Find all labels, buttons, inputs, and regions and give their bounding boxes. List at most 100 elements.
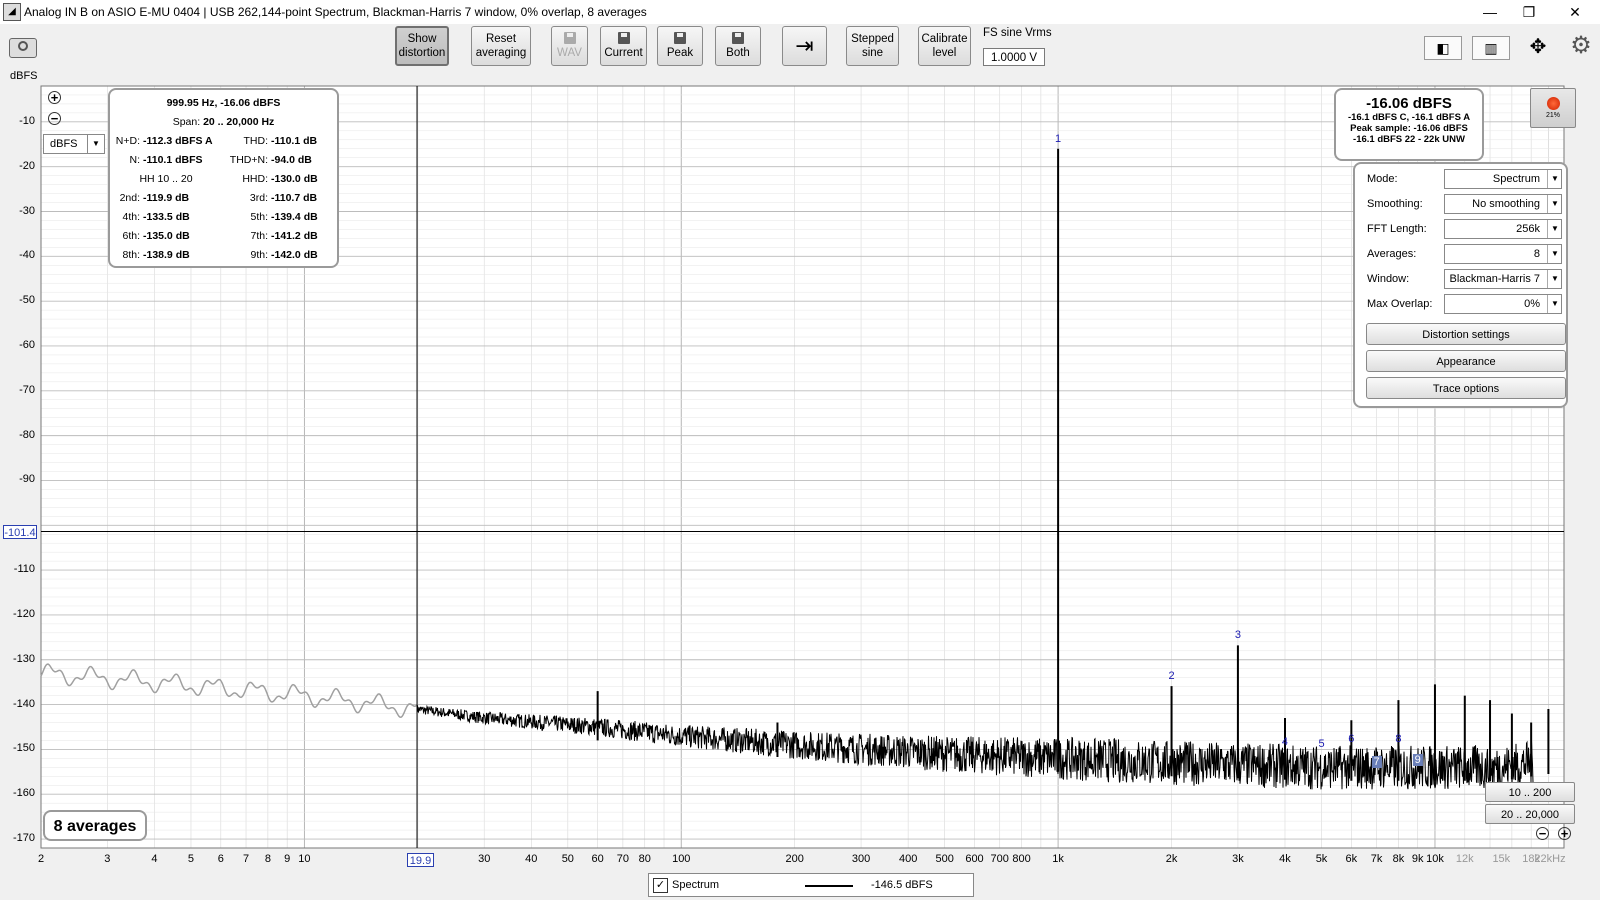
record-icon (1546, 97, 1560, 110)
level-line-2: Peak sample: -16.06 dBFS (1350, 123, 1468, 134)
zoom-in-icon[interactable]: + (48, 91, 61, 104)
x-tick-label: 3 (104, 853, 111, 865)
cursor-x-readout[interactable]: 19.9 (407, 853, 434, 867)
harmonic-marker: 7 (1371, 755, 1382, 768)
distortion-label: 3rd: (249, 192, 268, 204)
x-tick-label: 400 (898, 853, 918, 865)
legend-name: Spectrum (672, 879, 720, 891)
x-tick-label: 9 (284, 853, 291, 865)
mode-row[interactable]: Mode: Spectrum ▼ (1367, 169, 1567, 191)
x-tick-label: 10k (1426, 853, 1444, 865)
range-20-20000-button[interactable]: 20 .. 20,000 (1485, 804, 1575, 824)
zoom-out-icon[interactable]: − (48, 112, 61, 125)
y-tick-label: -60 (19, 338, 35, 351)
y-tick-label: -80 (19, 428, 35, 441)
chevron-down-icon[interactable]: ▼ (1547, 195, 1562, 213)
harmonic-marker: 6 (1348, 733, 1355, 746)
distortion-value: -142.0 dB (271, 249, 318, 261)
distortion-label: 5th: (250, 211, 268, 223)
x-tick-label: 2k (1165, 853, 1178, 865)
distortion-label: 7th: (250, 230, 268, 242)
legend: ✓ Spectrum -146.5 dBFS (648, 873, 974, 897)
smoothing-row[interactable]: Smoothing: No smoothing ▼ (1367, 194, 1567, 216)
distortion-value: -110.1 dB (271, 135, 318, 147)
distortion-value: -110.1 dBFS (143, 154, 203, 166)
distortion-label: HHD: (242, 173, 268, 185)
trace-options-button[interactable]: Trace options (1366, 377, 1566, 399)
mode-select[interactable]: Spectrum (1444, 169, 1562, 189)
chevron-down-icon[interactable]: ▼ (1547, 245, 1562, 263)
y-tick-label: -10 (19, 114, 35, 127)
chevron-down-icon[interactable]: ▼ (1547, 295, 1562, 313)
x-tick-label: 8k (1392, 853, 1405, 865)
max-overlap-row[interactable]: Max Overlap: 0% ▼ (1367, 294, 1567, 316)
chevron-down-icon[interactable]: ▼ (1547, 170, 1562, 188)
averages-badge: 8 averages (43, 810, 147, 841)
y-tick-label: -40 (19, 249, 35, 262)
zoom-out-x-icon[interactable]: − (1536, 827, 1549, 840)
distortion-label: N+D: (115, 135, 140, 147)
distortion-value: -94.0 dB (271, 154, 312, 166)
y-tick-label: -70 (19, 383, 35, 396)
appearance-button[interactable]: Appearance (1366, 350, 1566, 372)
distortion-value: -139.4 dB (271, 211, 318, 223)
max-overlap-select[interactable]: 0% (1444, 294, 1562, 314)
x-tick-label: 1k (1052, 853, 1064, 865)
x-tick-label: 5k (1315, 853, 1328, 865)
y-tick-label: -20 (19, 159, 35, 172)
distortion-value: -133.5 dB (143, 211, 190, 223)
averages-select[interactable]: 8 (1444, 244, 1562, 264)
distortion-value: -141.2 dB (271, 230, 318, 242)
level-panel: -16.06 dBFS -16.1 dBFS C, -16.1 dBFS A P… (1334, 88, 1484, 161)
x-tick-label: 8 (264, 853, 271, 865)
settings-panel: Mode: Spectrum ▼ Smoothing: No smoothing… (1353, 162, 1568, 408)
distortion-label: 6th: (122, 230, 140, 242)
cursor-y-readout[interactable]: -101.4 (3, 525, 37, 539)
range-10-200-button[interactable]: 10 .. 200 (1485, 782, 1575, 802)
trace-noise (416, 704, 1534, 790)
x-tick-label: 100 (672, 853, 691, 865)
distortion-value: -138.9 dB (143, 249, 190, 261)
record-button[interactable]: 21% (1530, 88, 1576, 128)
distortion-value: -112.3 dBFS A (143, 135, 213, 147)
window-row[interactable]: Window: Blackman-Harris 7 ▼ (1367, 269, 1567, 291)
legend-checkbox[interactable]: ✓ (653, 878, 668, 893)
distortion-label: THD: (243, 135, 269, 147)
smoothing-select[interactable]: No smoothing (1444, 194, 1562, 214)
chevron-down-icon[interactable]: ▼ (1547, 220, 1562, 238)
y-tick-label: -110 (13, 563, 35, 576)
x-tick-label: 40 (525, 853, 538, 865)
legend-swatch (805, 885, 853, 887)
x-tick-label: 7 (242, 853, 250, 865)
chevron-down-icon: ▼ (87, 135, 104, 153)
distortion-label: N: (129, 154, 141, 166)
distortion-label: 4th: (122, 211, 140, 223)
level-line-1: -16.1 dBFS C, -16.1 dBFS A (1347, 112, 1471, 123)
x-tick-label: 50 (561, 853, 574, 865)
y-tick-label: -170 (12, 832, 35, 845)
unit-select[interactable]: dBFS ▼ (43, 134, 105, 154)
distortion-value: -110.7 dB (271, 192, 318, 204)
fft-length-select[interactable]: 256k (1444, 219, 1562, 239)
x-tick-label: 700 (990, 853, 1009, 865)
x-tick-label: 3k (1232, 853, 1244, 865)
zoom-in-x-icon[interactable]: + (1558, 827, 1571, 840)
harmonic-marker: 3 (1234, 629, 1241, 642)
x-tick-label: 9k (1411, 853, 1424, 865)
distortion-label: HH 10 .. 20 (139, 173, 193, 185)
fft-length-row[interactable]: FFT Length: 256k ▼ (1367, 219, 1567, 241)
averages-row[interactable]: Averages: 8 ▼ (1367, 244, 1567, 266)
distortion-span: Span: 20 .. 20,000 Hz (172, 116, 275, 128)
legend-value: -146.5 dBFS (871, 879, 933, 891)
x-tick-label: 12k (1455, 853, 1474, 865)
window-select[interactable]: Blackman-Harris 7 (1444, 269, 1562, 289)
distortion-settings-button[interactable]: Distortion settings (1366, 323, 1566, 345)
x-tick-label: 6k (1345, 853, 1358, 865)
distortion-label: THD+N: (229, 154, 268, 166)
y-tick-label: -140 (12, 697, 35, 710)
trace-pre-cursor (40, 663, 418, 718)
y-tick-label: -90 (19, 473, 35, 486)
chevron-down-icon[interactable]: ▼ (1547, 270, 1562, 288)
x-tick-label: 300 (851, 853, 871, 865)
harmonic-marker: 9 (1412, 753, 1423, 766)
